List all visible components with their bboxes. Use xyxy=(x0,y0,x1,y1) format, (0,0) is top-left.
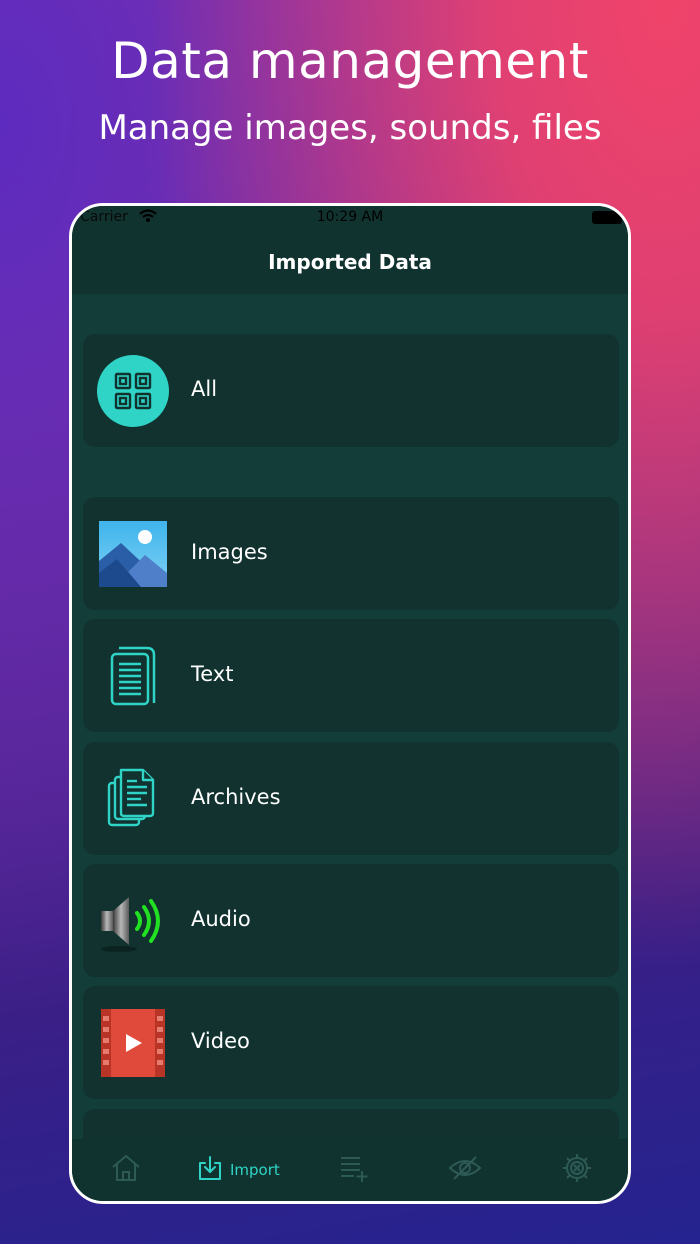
import-icon xyxy=(196,1154,224,1186)
add-list-icon xyxy=(338,1153,370,1187)
category-label: Video xyxy=(191,1029,250,1053)
category-label: Audio xyxy=(191,907,251,931)
list-item[interactable] xyxy=(83,1109,619,1139)
grid-icon xyxy=(97,355,169,427)
tab-home[interactable] xyxy=(110,1153,142,1187)
category-row-images[interactable]: Images xyxy=(83,497,619,610)
status-bar: Carrier 10:29 AM xyxy=(72,206,628,230)
image-icon xyxy=(97,518,169,590)
battery-icon xyxy=(592,211,622,224)
tab-import-label: Import xyxy=(230,1161,280,1179)
tab-bar: Import xyxy=(72,1139,628,1201)
category-row-text[interactable]: Text xyxy=(83,619,619,732)
eye-off-icon xyxy=(448,1154,482,1186)
category-row-audio[interactable]: Audio xyxy=(83,864,619,977)
tab-playlist[interactable] xyxy=(338,1155,370,1185)
category-row-video[interactable]: Video xyxy=(83,986,619,1099)
navigation-bar: Imported Data xyxy=(72,230,628,294)
tab-hidden[interactable] xyxy=(448,1155,482,1185)
category-label: All xyxy=(191,377,218,401)
status-time: 10:29 AM xyxy=(316,209,384,225)
speaker-icon xyxy=(97,885,169,957)
category-row-all[interactable]: All xyxy=(83,334,619,447)
phone-frame: Carrier 10:29 AM Imported Data All Image… xyxy=(69,203,631,1204)
category-row-archives[interactable]: Archives xyxy=(83,742,619,855)
tab-import[interactable]: Import xyxy=(196,1155,280,1185)
archive-icon xyxy=(97,763,169,835)
page-title: Imported Data xyxy=(268,250,432,274)
category-label: Text xyxy=(191,662,234,686)
category-list: All Images Text Archives Audio Video xyxy=(72,294,628,1139)
video-icon xyxy=(97,1007,169,1079)
home-icon xyxy=(110,1153,142,1187)
hero-subtitle: Manage images, sounds, files xyxy=(98,108,602,148)
gear-icon xyxy=(561,1152,593,1188)
hero-title: Data management xyxy=(111,32,589,90)
text-document-icon xyxy=(97,640,169,712)
category-label: Archives xyxy=(191,785,281,809)
category-label: Images xyxy=(191,540,268,564)
tab-settings[interactable] xyxy=(561,1152,593,1188)
